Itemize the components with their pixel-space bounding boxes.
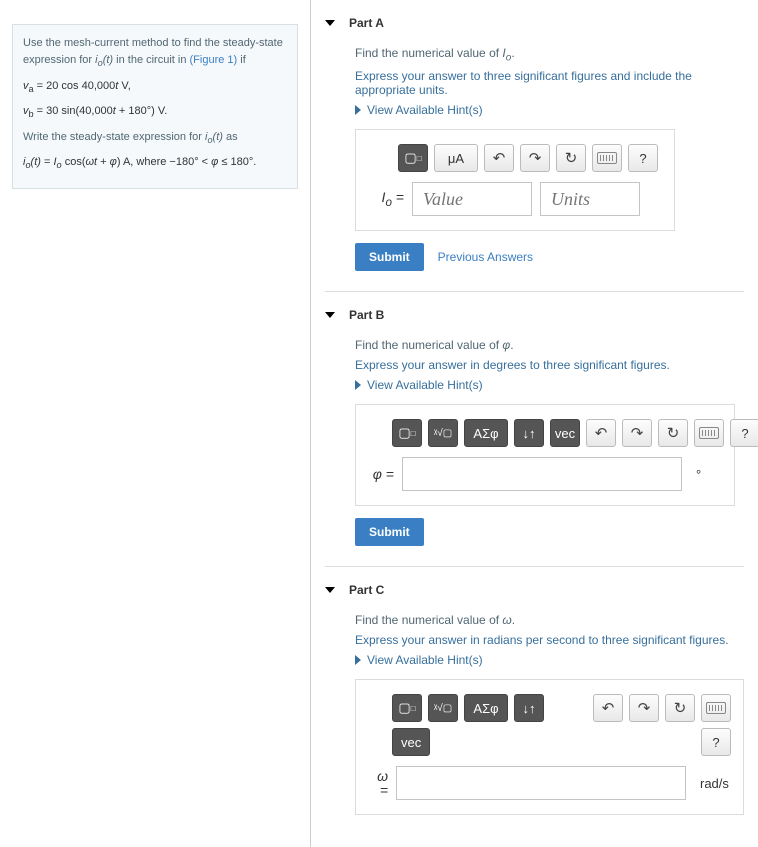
part-a-submit-button[interactable]: Submit bbox=[355, 243, 424, 271]
redo-button[interactable]: ↷ bbox=[520, 144, 550, 172]
part-c-title: Part C bbox=[349, 583, 384, 597]
help-button[interactable]: ? bbox=[701, 728, 731, 756]
reset-icon bbox=[674, 699, 687, 717]
part-a-answer-card: ▢□ μA ↶ ↷ ? Io = bbox=[355, 129, 675, 231]
chevron-down-icon bbox=[325, 587, 335, 593]
keyboard-icon bbox=[706, 702, 726, 714]
greek-symbols-button[interactable]: ΑΣφ bbox=[464, 419, 508, 447]
io-t-symbol: io(t) bbox=[95, 54, 113, 66]
part-a-value-input[interactable] bbox=[412, 182, 532, 216]
part-a-body: Find the numerical value of Io. Express … bbox=[325, 36, 744, 281]
part-a-previous-answers-link[interactable]: Previous Answers bbox=[438, 250, 533, 264]
part-a-instruct: Express your answer to three significant… bbox=[355, 69, 744, 97]
part-c-answer-label: ω= bbox=[368, 769, 388, 797]
template-picker-button[interactable]: ▢□ bbox=[392, 694, 422, 722]
template-picker-button[interactable]: ▢□ bbox=[392, 419, 422, 447]
part-b-hints-toggle[interactable]: View Available Hint(s) bbox=[355, 378, 744, 392]
reset-button[interactable] bbox=[658, 419, 688, 447]
part-c-find: Find the numerical value of ω. bbox=[355, 613, 744, 627]
part-b-value-input[interactable] bbox=[402, 457, 682, 491]
part-c-answer-card: ▢□ ᵡ√▢ ΑΣφ ↓↑ ↶ ↷ vec ? ω= bbox=[355, 679, 744, 815]
problem-statement-panel: Use the mesh-current method to find the … bbox=[0, 0, 310, 201]
greek-symbols-button[interactable]: ΑΣφ bbox=[464, 694, 508, 722]
template-picker-button[interactable]: ▢□ bbox=[398, 144, 428, 172]
undo-button[interactable]: ↶ bbox=[484, 144, 514, 172]
part-c-instruct: Express your answer in radians per secon… bbox=[355, 633, 744, 647]
subscript-button[interactable]: ↓↑ bbox=[514, 694, 544, 722]
part-c-value-input[interactable] bbox=[396, 766, 686, 800]
sqrt-button[interactable]: ᵡ√▢ bbox=[428, 694, 458, 722]
redo-icon: ↷ bbox=[529, 151, 542, 166]
keyboard-button[interactable] bbox=[701, 694, 731, 722]
part-a-title: Part A bbox=[349, 16, 384, 30]
part-c-hints-toggle[interactable]: View Available Hint(s) bbox=[355, 653, 744, 667]
help-button[interactable]: ? bbox=[628, 144, 658, 172]
part-b-answer-card: ▢□ ᵡ√▢ ΑΣφ ↓↑ vec ↶ ↷ ? φ = ° bbox=[355, 404, 735, 506]
problem-statement: Use the mesh-current method to find the … bbox=[12, 24, 298, 189]
keyboard-icon bbox=[699, 427, 719, 439]
undo-button[interactable]: ↶ bbox=[593, 694, 623, 722]
subscript-button[interactable]: ↓↑ bbox=[514, 419, 544, 447]
reset-button[interactable] bbox=[556, 144, 586, 172]
part-b-title: Part B bbox=[349, 308, 384, 322]
undo-icon: ↶ bbox=[602, 701, 615, 716]
chevron-down-icon bbox=[325, 312, 335, 318]
units-picker-button[interactable]: μA bbox=[434, 144, 478, 172]
keyboard-button[interactable] bbox=[694, 419, 724, 447]
va-equation: va = 20 cos 40,000t V, bbox=[23, 78, 287, 96]
reset-icon bbox=[667, 424, 680, 442]
io-equation: io(t) = Io cos(ωt + φ) A, where −180° < … bbox=[23, 154, 287, 172]
vector-button[interactable]: vec bbox=[392, 728, 430, 756]
part-a-find: Find the numerical value of Io. bbox=[355, 46, 744, 63]
vb-equation: vb = 30 sin(40,000t + 180°) V. bbox=[23, 103, 287, 121]
undo-icon: ↶ bbox=[493, 151, 506, 166]
undo-icon: ↶ bbox=[595, 426, 608, 441]
undo-button[interactable]: ↶ bbox=[586, 419, 616, 447]
redo-button[interactable]: ↷ bbox=[629, 694, 659, 722]
part-a-units-input[interactable] bbox=[540, 182, 640, 216]
part-a-answer-label: Io = bbox=[368, 189, 404, 209]
redo-button[interactable]: ↷ bbox=[622, 419, 652, 447]
redo-icon: ↷ bbox=[638, 701, 651, 716]
answer-panel: Part A Find the numerical value of Io. E… bbox=[310, 0, 758, 847]
part-b-submit-button[interactable]: Submit bbox=[355, 518, 424, 546]
reset-icon bbox=[565, 149, 578, 167]
part-b-find: Find the numerical value of φ. bbox=[355, 338, 744, 352]
part-b-unit-degree: ° bbox=[696, 467, 701, 482]
figure-link[interactable]: (Figure 1) bbox=[190, 54, 238, 66]
redo-icon: ↷ bbox=[631, 426, 644, 441]
part-b-answer-label: φ = bbox=[368, 466, 394, 482]
chevron-down-icon bbox=[325, 20, 335, 26]
part-b-instruct: Express your answer in degrees to three … bbox=[355, 358, 744, 372]
vector-button[interactable]: vec bbox=[550, 419, 580, 447]
keyboard-button[interactable] bbox=[592, 144, 622, 172]
part-b-body: Find the numerical value of φ. Express y… bbox=[325, 328, 744, 556]
part-a-header[interactable]: Part A bbox=[325, 10, 744, 36]
part-c-unit-rads: rad/s bbox=[700, 776, 729, 791]
part-a-hints-toggle[interactable]: View Available Hint(s) bbox=[355, 103, 744, 117]
part-c-body: Find the numerical value of ω. Express y… bbox=[325, 603, 744, 837]
part-c-header[interactable]: Part C bbox=[325, 577, 744, 603]
help-button[interactable]: ? bbox=[730, 419, 758, 447]
part-b-header[interactable]: Part B bbox=[325, 302, 744, 328]
sqrt-button[interactable]: ᵡ√▢ bbox=[428, 419, 458, 447]
reset-button[interactable] bbox=[665, 694, 695, 722]
keyboard-icon bbox=[597, 152, 617, 164]
